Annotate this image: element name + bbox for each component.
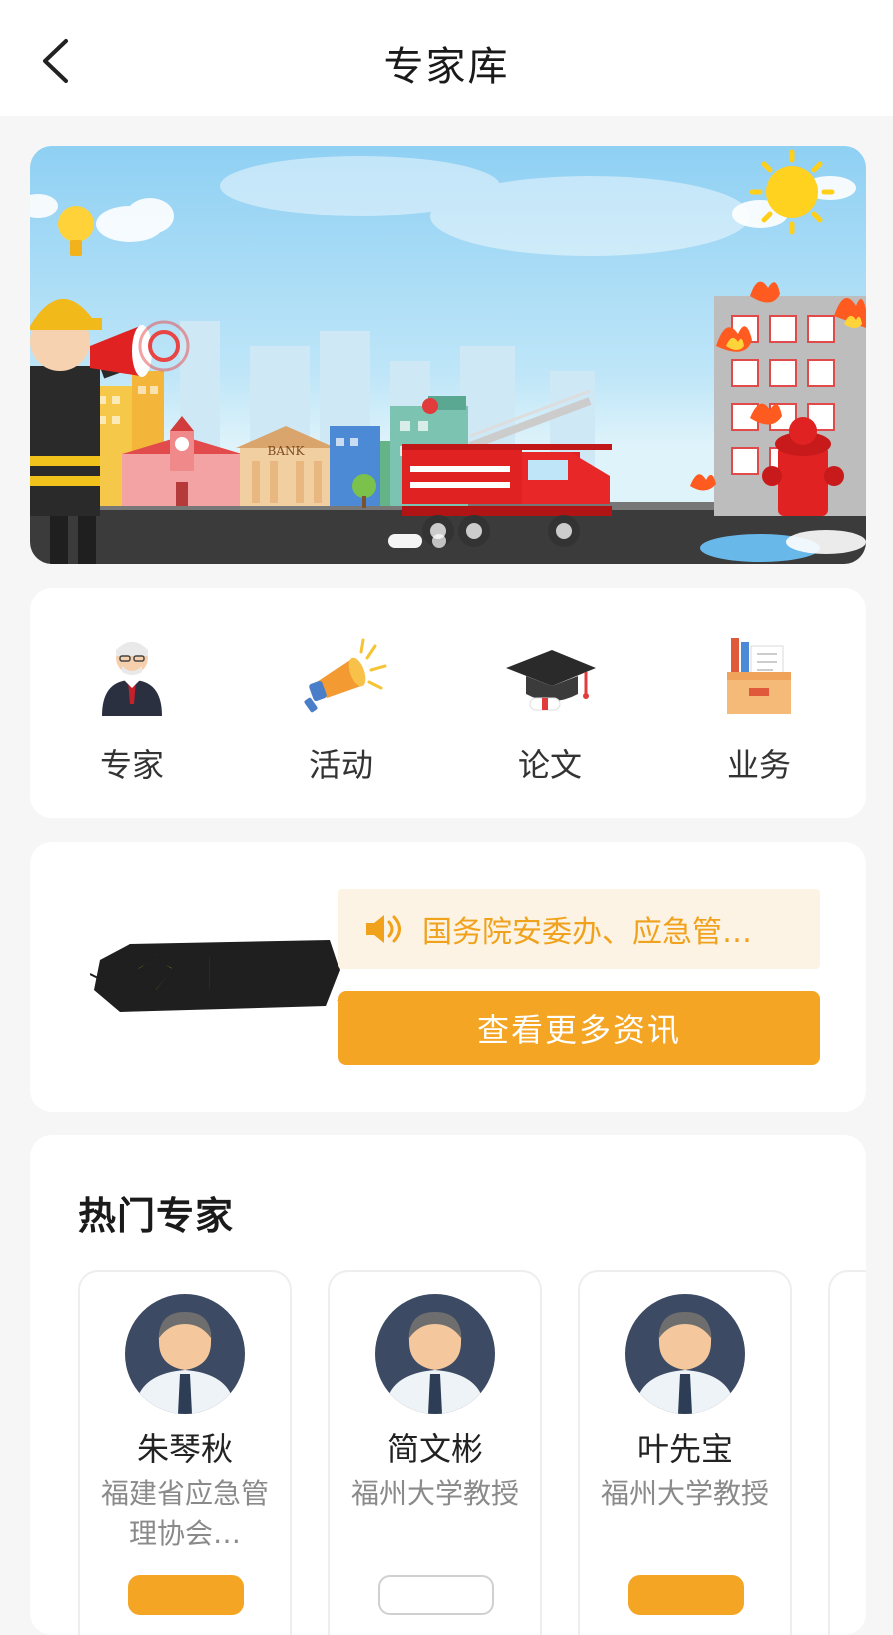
person-avatar-icon [625, 1294, 745, 1414]
banner-carousel[interactable]: BANK [30, 146, 866, 564]
today-recommend-badge: 今日推荐 [90, 940, 349, 1012]
expert-card[interactable]: 简文彬 福州大学教授 [328, 1270, 542, 1635]
category-expert[interactable]: 专家 [52, 628, 212, 788]
avatar [375, 1294, 495, 1414]
category-activity[interactable]: 活动 [261, 628, 421, 788]
expert-card[interactable]: 朱琴秋 福建省应急管理协会… [78, 1270, 292, 1635]
expert-icon [102, 642, 162, 716]
category-business[interactable]: 业务 [679, 628, 839, 788]
notice-bar[interactable]: 国务院安委办、应急管… [338, 889, 820, 969]
category-label: 业务 [726, 746, 791, 784]
expert-desc: 福州大学教授 [600, 1477, 769, 1510]
person-avatar-icon [375, 1294, 495, 1414]
indicator-dot-active[interactable] [388, 534, 422, 548]
expert-action-button[interactable] [378, 1575, 494, 1615]
avatar [625, 1294, 745, 1414]
more-news-button[interactable]: 查看更多资讯 [338, 991, 820, 1065]
expert-card-partial[interactable] [828, 1270, 866, 1635]
expert-desc: 福建省应急管理协会… [100, 1477, 269, 1550]
bank-sign: BANK [268, 444, 306, 458]
category-menu: 专家 活动 论文 业务 [30, 588, 866, 818]
notice-text: 国务院安委办、应急管… [422, 915, 752, 950]
expert-name: 叶先宝 [636, 1430, 733, 1468]
indicator-dot[interactable] [432, 534, 446, 548]
megaphone-icon [304, 638, 387, 713]
expert-name: 朱琴秋 [136, 1430, 233, 1468]
today-recommend-card: 今日推荐 国务院安委办、应急管… 查看更多资讯 [30, 842, 866, 1112]
expert-desc: 福州大学教授 [350, 1477, 519, 1510]
carousel-indicator[interactable] [388, 534, 446, 548]
expert-action-button[interactable] [128, 1575, 244, 1615]
category-paper[interactable]: 论文 [470, 628, 630, 788]
page-title: 专家库 [383, 44, 510, 90]
expert-action-button[interactable] [628, 1575, 744, 1615]
expert-name: 简文彬 [386, 1430, 483, 1468]
speaker-icon [366, 915, 401, 943]
person-avatar-icon [125, 1294, 245, 1414]
today-recommend-text: 今日推荐 [134, 949, 302, 998]
category-label: 论文 [517, 746, 582, 784]
section-title: 热门专家 [78, 1194, 235, 1238]
top-navbar: 专家库 [0, 0, 893, 116]
avatar [125, 1294, 245, 1414]
category-label: 活动 [308, 746, 373, 784]
hot-experts-section: 热门专家 朱琴秋 福建省应急管理协会… 简文彬 福州大学教授 叶先宝 福州大学教… [30, 1135, 866, 1635]
lightbulb-icon [58, 206, 94, 256]
category-label: 专家 [99, 746, 164, 784]
fire-safety-illustration: BANK [30, 149, 866, 564]
file-box-icon [727, 638, 791, 714]
graduation-cap-icon [506, 650, 596, 711]
expert-card[interactable]: 叶先宝 福州大学教授 [578, 1270, 792, 1635]
